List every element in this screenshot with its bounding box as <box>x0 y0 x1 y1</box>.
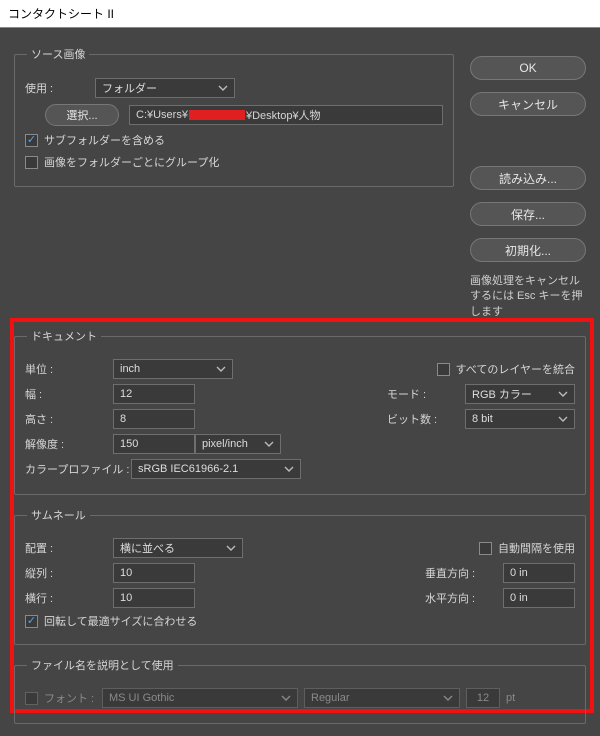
chevron-down-icon <box>558 389 568 399</box>
include-subfolders-checkbox[interactable] <box>25 134 38 147</box>
resolution-unit-select[interactable]: pixel/inch <box>195 434 281 454</box>
caption-enable-checkbox[interactable] <box>25 692 38 705</box>
chevron-down-icon <box>281 693 291 703</box>
group-by-folder-label: 画像をフォルダーごとにグループ化 <box>44 154 219 170</box>
document-legend: ドキュメント <box>27 328 101 344</box>
chevron-down-icon <box>558 414 568 424</box>
unit-select[interactable]: inch <box>113 359 233 379</box>
vspace-label: 垂直方向 : <box>425 565 503 581</box>
rows-label: 横行 : <box>25 590 113 606</box>
load-button[interactable]: 読み込み... <box>470 166 586 190</box>
font-style-select: Regular <box>304 688 460 708</box>
chevron-down-icon <box>226 543 236 553</box>
thumb-group: サムネール 配置 : 横に並べる 自動間隔を使用 縦列 : 10 垂直方向 : … <box>14 507 586 645</box>
height-label: 高さ : <box>25 411 113 427</box>
window-titlebar: コンタクトシート II <box>0 0 600 28</box>
flatten-label: すべてのレイヤーを統合 <box>456 361 575 377</box>
font-size-input: 12 <box>466 688 500 708</box>
reset-button[interactable]: 初期化... <box>470 238 586 262</box>
folder-path-suffix: ¥Desktop¥人物 <box>246 107 321 123</box>
font-size-unit: pt <box>506 692 515 704</box>
cols-label: 縦列 : <box>25 565 113 581</box>
ok-button[interactable]: OK <box>470 56 586 80</box>
cancel-button[interactable]: キャンセル <box>470 92 586 116</box>
redacted-block <box>189 110 245 120</box>
font-label: フォント : <box>44 690 102 706</box>
auto-spacing-label: 自動間隔を使用 <box>498 540 575 556</box>
source-group: ソース画像 使用 : フォルダー 選択... C:¥Users¥ ¥Deskto… <box>14 46 454 187</box>
document-group: ドキュメント 単位 : inch すべてのレイヤーを統合 幅 : 12 モード … <box>14 328 586 495</box>
folder-path-prefix: C:¥Users¥ <box>136 109 188 121</box>
hspace-label: 水平方向 : <box>425 590 503 606</box>
rotate-fit-label: 回転して最適サイズに合わせる <box>44 613 197 629</box>
width-input[interactable]: 12 <box>113 384 195 404</box>
caption-legend: ファイル名を説明として使用 <box>27 657 178 673</box>
vspace-input[interactable]: 0 in <box>503 563 575 583</box>
width-label: 幅 : <box>25 386 113 402</box>
group-by-folder-checkbox[interactable] <box>25 156 38 169</box>
rotate-fit-checkbox[interactable] <box>25 615 38 628</box>
place-select[interactable]: 横に並べる <box>113 538 243 558</box>
auto-spacing-checkbox[interactable] <box>479 542 492 555</box>
caption-group: ファイル名を説明として使用 フォント : MS UI Gothic Regula… <box>14 657 586 724</box>
use-select[interactable]: フォルダー <box>95 78 235 98</box>
cols-input[interactable]: 10 <box>113 563 195 583</box>
right-button-column: OK キャンセル 読み込み... 保存... 初期化... 画像処理をキャンセル… <box>470 56 586 320</box>
mode-select[interactable]: RGB カラー <box>465 384 575 404</box>
flatten-checkbox[interactable] <box>437 363 450 376</box>
profile-select[interactable]: sRGB IEC61966-2.1 <box>131 459 301 479</box>
thumb-legend: サムネール <box>27 507 90 523</box>
bit-label: ビット数 : <box>387 411 465 427</box>
save-button[interactable]: 保存... <box>470 202 586 226</box>
font-select: MS UI Gothic <box>102 688 298 708</box>
resolution-label: 解像度 : <box>25 436 113 452</box>
chevron-down-icon <box>216 364 226 374</box>
window-title: コンタクトシート II <box>8 7 114 21</box>
hspace-input[interactable]: 0 in <box>503 588 575 608</box>
select-folder-button[interactable]: 選択... <box>45 104 119 126</box>
include-subfolders-label: サブフォルダーを含める <box>44 132 165 148</box>
place-label: 配置 : <box>25 540 113 556</box>
source-legend: ソース画像 <box>27 46 89 62</box>
unit-label: 単位 : <box>25 361 113 377</box>
bit-select[interactable]: 8 bit <box>465 409 575 429</box>
profile-label: カラープロファイル : <box>25 461 131 477</box>
use-label: 使用 : <box>25 80 95 96</box>
folder-path-field[interactable]: C:¥Users¥ ¥Desktop¥人物 <box>129 105 443 125</box>
resolution-input[interactable]: 150 <box>113 434 195 454</box>
chevron-down-icon <box>443 693 453 703</box>
height-input[interactable]: 8 <box>113 409 195 429</box>
esc-hint: 画像処理をキャンセルするには Esc キーを押します <box>470 274 586 320</box>
rows-input[interactable]: 10 <box>113 588 195 608</box>
chevron-down-icon <box>264 439 274 449</box>
chevron-down-icon <box>284 464 294 474</box>
mode-label: モード : <box>387 386 465 402</box>
chevron-down-icon <box>218 83 228 93</box>
